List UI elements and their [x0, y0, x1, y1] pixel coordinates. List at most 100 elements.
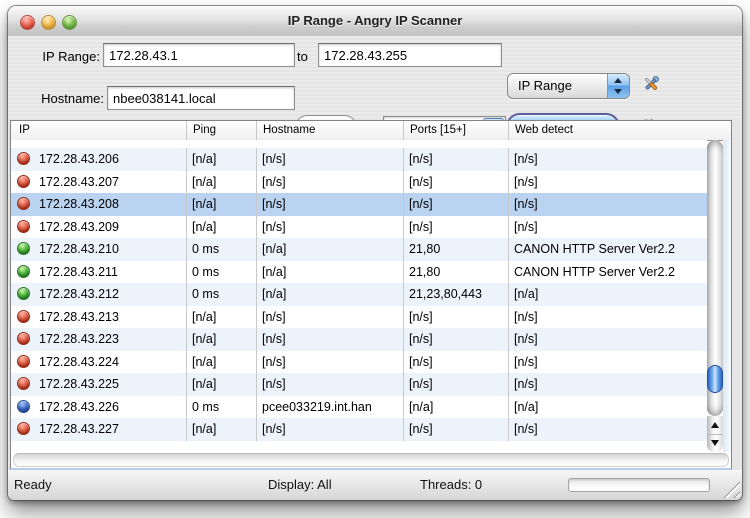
webdetect-cell: [n/s] — [508, 170, 707, 193]
table-body: [n/a] [n/s] [n/s] [n/s] 172.28.43.206 [n… — [11, 140, 707, 441]
status-bar: Ready Display: All Threads: 0 — [8, 470, 742, 500]
table-header: IP Ping Hostname Ports [15+] Web detect — [11, 121, 731, 141]
ip-cell: 172.28.43.206 — [11, 148, 186, 171]
table-row[interactable]: 172.28.43.226 0 ms pcee033219.int.han [n… — [11, 395, 707, 418]
column-header-ip[interactable]: IP — [11, 121, 186, 140]
hostname-cell: [n/s] — [256, 328, 403, 351]
hostname-cell: [n/a] — [256, 238, 403, 261]
ip-cell: 172.28.43.225 — [11, 373, 186, 396]
column-header-webdetect[interactable]: Web detect — [508, 121, 731, 140]
red-ball-icon — [17, 422, 30, 435]
table-row[interactable]: 172.28.43.211 0 ms [n/a] 21,80 CANON HTT… — [11, 260, 707, 284]
ports-cell: [n/a] — [403, 395, 508, 418]
ports-cell: [n/s] — [403, 350, 508, 373]
table-row-clipped[interactable]: [n/a] [n/s] [n/s] [n/s] — [11, 140, 707, 148]
ping-cell: 0 ms — [186, 238, 256, 261]
ports-cell: 21,80 — [403, 260, 508, 283]
table-row[interactable]: 172.28.43.209 [n/a] [n/s] [n/s] [n/s] — [11, 215, 707, 239]
ping-cell: [n/a] — [186, 215, 256, 238]
hostname-cell: pcee033219.int.han — [256, 395, 403, 418]
ping-cell: [n/a] — [186, 373, 256, 396]
resize-grip[interactable] — [719, 477, 740, 498]
wrench-screwdriver-icon — [644, 76, 659, 90]
red-ball-icon — [17, 377, 30, 390]
title-bar[interactable]: IP Range - Angry IP Scanner — [8, 6, 742, 37]
hostname-label: Hostname: — [41, 91, 104, 106]
webdetect-cell: [n/s] — [508, 305, 707, 328]
table-row[interactable]: 172.28.43.213 [n/a] [n/s] [n/s] [n/s] — [11, 305, 707, 329]
column-header-hostname[interactable]: Hostname — [256, 121, 403, 140]
feed-selector-dropdown[interactable]: IP Range — [507, 73, 630, 99]
ports-cell: [n/s] — [403, 170, 508, 193]
progress-bar — [568, 478, 710, 492]
scroll-down-arrow-icon[interactable] — [707, 434, 723, 452]
webdetect-cell: [n/a] — [508, 283, 707, 306]
status-threads-text: Threads: 0 — [420, 477, 483, 492]
webdetect-cell: [n/s] — [508, 418, 707, 441]
hostname-input[interactable] — [107, 86, 295, 110]
hostname-cell: [n/s] — [256, 418, 403, 441]
webdetect-cell: [n/a] — [508, 395, 707, 418]
preferences-tools-icon[interactable] — [640, 75, 662, 95]
ip-cell: 172.28.43.227 — [11, 418, 186, 441]
ping-cell: 0 ms — [186, 283, 256, 306]
table-row[interactable]: 172.28.43.225 [n/a] [n/s] [n/s] [n/s] — [11, 373, 707, 396]
ports-cell: [n/s] — [403, 193, 508, 216]
column-header-ping[interactable]: Ping — [186, 121, 256, 140]
horizontal-scrollbar-track[interactable] — [13, 453, 729, 467]
ip-cell: 172.28.43.208 — [11, 193, 186, 216]
ip-cell: 172.28.43.213 — [11, 306, 186, 329]
table-row[interactable]: 172.28.43.223 [n/a] [n/s] [n/s] [n/s] — [11, 328, 707, 351]
webdetect-cell: [n/s] — [508, 148, 707, 171]
app-window: IP Range - Angry IP Scanner IP Range: to… — [8, 6, 742, 500]
scroll-up-arrow-icon[interactable] — [707, 416, 723, 435]
ip-from-input[interactable] — [103, 43, 295, 67]
red-ball-icon — [17, 354, 30, 368]
hostname-cell: [n/s] — [256, 305, 403, 328]
column-header-ports[interactable]: Ports [15+] — [403, 121, 508, 140]
webdetect-cell: CANON HTTP Server Ver2.2 — [508, 238, 707, 261]
hostname-cell: [n/s] — [256, 350, 403, 373]
webdetect-cell: [n/s] — [508, 350, 707, 373]
table-row-selected[interactable]: 172.28.43.208 [n/a] [n/s] [n/s] [n/s] — [11, 193, 707, 216]
ports-cell: [n/s] — [403, 305, 508, 328]
table-row[interactable]: 172.28.43.210 0 ms [n/a] 21,80 CANON HTT… — [11, 238, 707, 261]
ip-to-input[interactable] — [318, 43, 502, 67]
table-right-gutter — [723, 140, 731, 452]
ip-cell: 172.28.43.211 — [11, 261, 186, 284]
ping-cell: [n/a] — [186, 148, 256, 171]
window-title: IP Range - Angry IP Scanner — [287, 13, 463, 28]
webdetect-cell: [n/s] — [508, 215, 707, 238]
table-row[interactable]: 172.28.43.224 [n/a] [n/s] [n/s] [n/s] — [11, 350, 707, 373]
ip-cell: 172.28.43.209 — [11, 216, 186, 239]
hostname-cell: [n/a] — [256, 283, 403, 306]
red-ball-icon — [17, 174, 30, 188]
red-ball-icon — [17, 309, 30, 323]
webdetect-cell: CANON HTTP Server Ver2.2 — [508, 260, 707, 283]
webdetect-cell: [n/s] — [508, 193, 707, 216]
ports-cell: [n/s] — [403, 418, 508, 441]
ip-range-label: IP Range: — [42, 49, 100, 64]
status-display-text: Display: All — [268, 477, 332, 492]
ping-cell: [n/a] — [186, 350, 256, 373]
ports-cell: [n/s] — [403, 215, 508, 238]
hostname-cell: [n/s] — [256, 373, 403, 396]
horizontal-scrollbar[interactable] — [11, 452, 731, 468]
vertical-scrollbar[interactable] — [707, 140, 723, 452]
table-row[interactable]: 172.28.43.212 0 ms [n/a] 21,23,80,443 [n… — [11, 283, 707, 306]
hostname-cell: [n/s] — [256, 148, 403, 171]
table-row[interactable]: 172.28.43.206 [n/a] [n/s] [n/s] [n/s] — [11, 148, 707, 171]
table-row[interactable]: 172.28.43.227 [n/a] [n/s] [n/s] [n/s] — [11, 418, 707, 441]
dropdown-arrows-icon — [607, 74, 629, 98]
ip-cell: 172.28.43.207 — [11, 171, 186, 194]
hostname-cell: [n/a] — [256, 260, 403, 283]
desktop: IP Range - Angry IP Scanner IP Range: to… — [0, 0, 750, 518]
to-label: to — [297, 49, 308, 64]
green-ball-icon — [17, 287, 30, 300]
table-row[interactable]: 172.28.43.207 [n/a] [n/s] [n/s] [n/s] — [11, 170, 707, 194]
ping-cell: [n/a] — [186, 328, 256, 351]
red-ball-icon — [17, 152, 30, 165]
red-ball-icon — [17, 197, 30, 210]
scrollbar-thumb[interactable] — [707, 365, 723, 393]
red-ball-icon — [17, 219, 30, 233]
